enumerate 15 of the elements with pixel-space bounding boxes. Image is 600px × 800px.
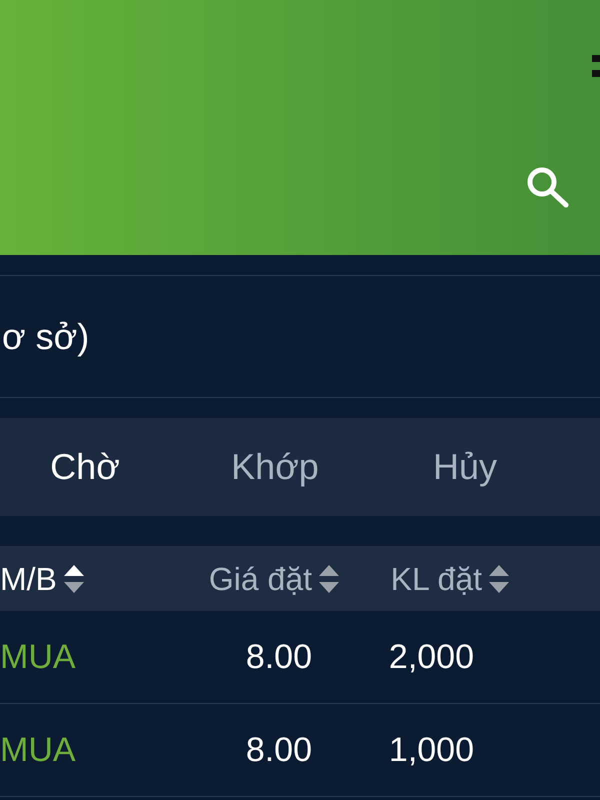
quantity-cell: 2,000: [388, 640, 474, 674]
column-header[interactable]: Giá đặt: [208, 562, 312, 594]
column-header[interactable]: M/B: [0, 562, 57, 594]
tab[interactable]: Hủy: [390, 441, 540, 493]
search-icon[interactable]: [526, 166, 570, 208]
price-cell: 8.00: [246, 640, 312, 674]
side-cell: MUA: [0, 640, 76, 674]
page-title: ơ sở): [1, 318, 90, 354]
column-header[interactable]: KL đặt: [390, 562, 482, 594]
sort-icon[interactable]: [62, 564, 85, 594]
quantity-cell: 1,000: [388, 733, 474, 767]
side-cell: MUA: [0, 733, 76, 767]
price-cell: 8.00: [246, 733, 312, 767]
tab[interactable]: Khớp: [160, 441, 390, 493]
tab[interactable]: Chờ: [10, 441, 160, 493]
